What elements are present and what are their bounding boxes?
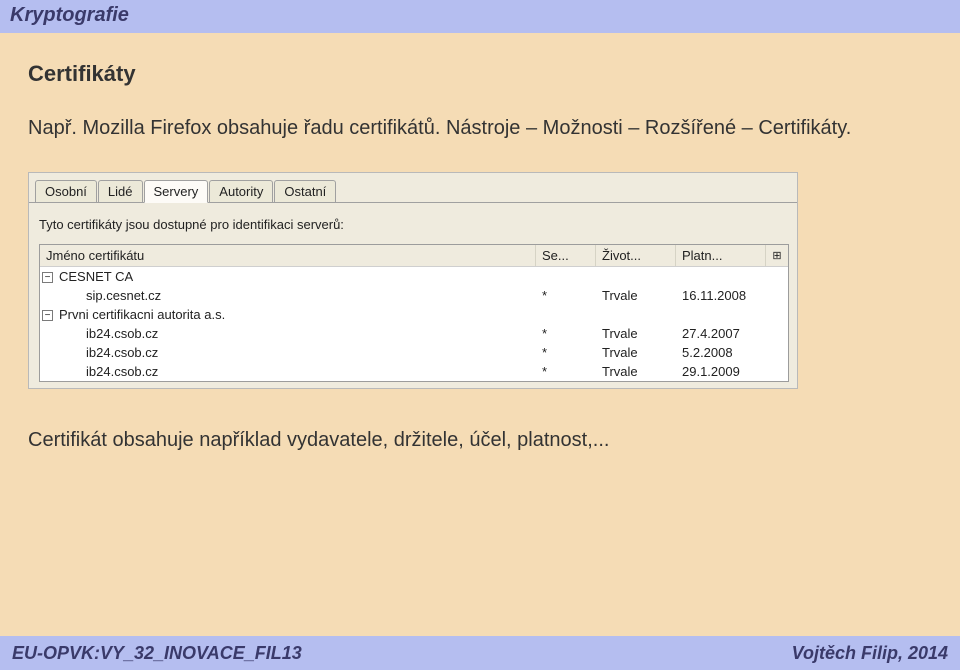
section-title: Certifikáty [28, 61, 932, 87]
tab-description: Tyto certifikáty jsou dostupné pro ident… [39, 217, 789, 232]
cell-valid: 29.1.2009 [676, 362, 766, 381]
tab-lide[interactable]: Lidé [98, 180, 143, 202]
cell-valid: 5.2.2008 [676, 343, 766, 362]
cell-life: Trvale [596, 324, 676, 343]
cell-se: * [536, 343, 596, 362]
cell-name: −CESNET CA [40, 267, 536, 286]
content: Certifikáty Např. Mozilla Firefox obsahu… [0, 33, 960, 452]
tab-osobni[interactable]: Osobní [35, 180, 97, 202]
collapse-icon[interactable]: − [42, 310, 53, 321]
tab-body: Tyto certifikáty jsou dostupné pro ident… [29, 202, 797, 388]
col-valid[interactable]: Platn... [676, 245, 766, 266]
tab-ostatni[interactable]: Ostatní [274, 180, 336, 202]
cell-valid [676, 305, 766, 324]
cell-life: Trvale [596, 286, 676, 305]
cell-life [596, 267, 676, 286]
page-footer: EU-OPVK:VY_32_INOVACE_FIL13 Vojtěch Fili… [0, 636, 960, 670]
table-row[interactable]: sip.cesnet.cz * Trvale 16.11.2008 [40, 286, 788, 305]
listview-header: Jméno certifikátu Se... Život... Platn..… [40, 245, 788, 267]
table-row[interactable]: ib24.csob.cz * Trvale 29.1.2009 [40, 362, 788, 381]
cell-valid [676, 267, 766, 286]
tab-servery[interactable]: Servery [144, 180, 209, 203]
footer-left: EU-OPVK:VY_32_INOVACE_FIL13 [12, 643, 302, 664]
table-row[interactable]: ib24.csob.cz * Trvale 27.4.2007 [40, 324, 788, 343]
cell-se [536, 305, 596, 324]
cell-valid: 16.11.2008 [676, 286, 766, 305]
firefox-cert-screenshot: Osobní Lidé Servery Autority Ostatní Tyt… [28, 172, 798, 389]
cell-life: Trvale [596, 343, 676, 362]
cell-se: * [536, 286, 596, 305]
cell-se: * [536, 324, 596, 343]
table-row[interactable]: −CESNET CA [40, 267, 788, 286]
col-se[interactable]: Se... [536, 245, 596, 266]
table-row[interactable]: ib24.csob.cz * Trvale 5.2.2008 [40, 343, 788, 362]
tab-strip: Osobní Lidé Servery Autority Ostatní [29, 173, 797, 202]
col-name[interactable]: Jméno certifikátu [40, 245, 536, 266]
certificate-listview[interactable]: Jméno certifikátu Se... Život... Platn..… [39, 244, 789, 382]
table-row[interactable]: −Prvni certifikacni autorita a.s. [40, 305, 788, 324]
cell-name: ib24.csob.cz [40, 324, 536, 343]
page-title: Kryptografie [10, 4, 129, 26]
cell-valid: 27.4.2007 [676, 324, 766, 343]
footer-right: Vojtěch Filip, 2014 [792, 643, 948, 664]
cell-life [596, 305, 676, 324]
col-config[interactable]: ⊞ [766, 245, 788, 266]
outro-paragraph: Certifikát obsahuje například vydavatele… [28, 429, 932, 452]
cell-name: sip.cesnet.cz [40, 286, 536, 305]
intro-paragraph: Např. Mozilla Firefox obsahuje řadu cert… [28, 115, 932, 142]
columns-config-icon: ⊞ [772, 249, 781, 262]
listview-body: −CESNET CA sip.cesnet.cz * Trvale 16.11.… [40, 267, 788, 381]
cell-se [536, 267, 596, 286]
cell-se: * [536, 362, 596, 381]
page-header: Kryptografie [0, 0, 960, 33]
tab-autority[interactable]: Autority [209, 180, 273, 202]
cell-name: ib24.csob.cz [40, 362, 536, 381]
collapse-icon[interactable]: − [42, 272, 53, 283]
cell-life: Trvale [596, 362, 676, 381]
col-life[interactable]: Život... [596, 245, 676, 266]
cell-name: ib24.csob.cz [40, 343, 536, 362]
cell-name: −Prvni certifikacni autorita a.s. [40, 305, 536, 324]
